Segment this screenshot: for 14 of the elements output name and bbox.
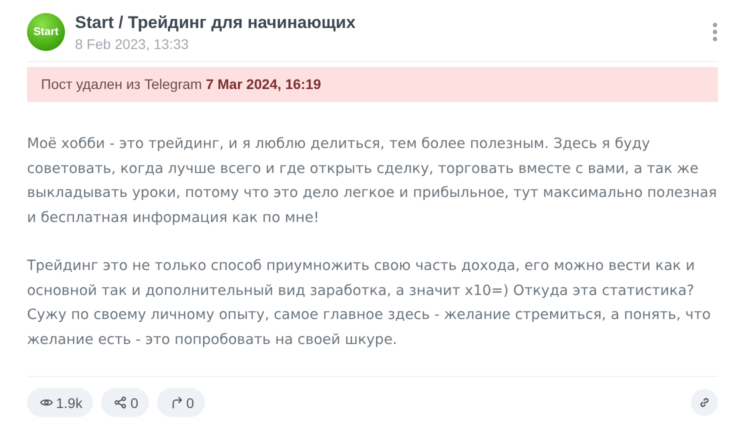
channel-avatar: Start: [27, 13, 65, 51]
post-paragraph: Моё хобби - это трейдинг, и я люблю делиться, тем более полезным. Здесь я буду советовать, когда лучше всего и где открыть сделку, торговать вместе с вами, а так же выкладывать уроки, потому что это дело легкое и прибыльное, тут максимально полезная и бесплатная информация как по мне!: [27, 135, 718, 228]
forwards-counter[interactable]: 0: [157, 388, 206, 417]
post-paragraph: Трейдинг это не только способ приумножить свою часть дохода, его можно вести как и основной так и дополнительный вид заработка, а значит х10=) Откуда эта статистика? Сужу по своему личному опыту, самое главное здесь - желание стремиться, а понять, что желание есть - это попробовать на своей шкуре.: [27, 257, 712, 350]
shares-counter[interactable]: 0: [101, 388, 150, 417]
link-button[interactable]: [691, 389, 718, 416]
more-options-icon[interactable]: [712, 22, 718, 42]
share-icon: [114, 396, 128, 409]
link-icon: [698, 396, 711, 409]
forward-arrow-icon: [170, 396, 184, 409]
views-counter[interactable]: 1.9k: [27, 388, 94, 417]
post-date: 8 Feb 2023, 13:33: [75, 36, 190, 52]
deleted-notice: Пост удален из Telegram 7 Mar 2024, 16:19: [27, 67, 718, 102]
channel-title[interactable]: Start / Трейдинг для начинающих: [75, 12, 702, 32]
